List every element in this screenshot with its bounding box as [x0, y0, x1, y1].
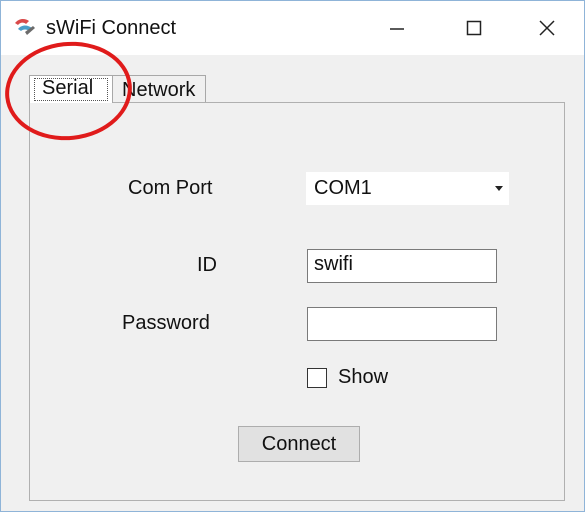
minimize-icon [390, 28, 404, 30]
com-port-value: COM1 [314, 177, 372, 199]
swifi-connect-window: sWiFi Connect Serial Network Com Port CO… [0, 0, 585, 512]
com-port-select[interactable]: COM1 [306, 172, 509, 205]
close-button[interactable] [511, 1, 583, 55]
title-bar[interactable]: sWiFi Connect [1, 1, 584, 55]
com-port-label: Com Port [128, 177, 213, 199]
maximize-button[interactable] [438, 1, 510, 55]
tab-network-label: Network [122, 79, 196, 101]
password-label: Password [122, 312, 210, 334]
show-password-checkbox[interactable] [307, 368, 327, 388]
show-label[interactable]: Show [338, 366, 388, 389]
connect-button[interactable]: Connect [238, 426, 360, 462]
tab-serial[interactable]: Serial [29, 75, 113, 103]
id-field[interactable]: swifi [307, 249, 497, 283]
close-icon [539, 20, 555, 36]
connect-button-label: Connect [261, 432, 337, 455]
chevron-down-icon[interactable] [495, 186, 503, 191]
swifi-app-icon [15, 18, 35, 35]
window-title: sWiFi Connect [46, 17, 177, 39]
tab-serial-label: Serial [42, 77, 94, 99]
tab-network[interactable]: Network [112, 75, 206, 103]
id-value: swifi [314, 253, 353, 275]
minimize-button[interactable] [361, 1, 433, 55]
maximize-icon [466, 20, 482, 36]
password-field[interactable] [307, 307, 497, 341]
id-label: ID [197, 254, 217, 276]
